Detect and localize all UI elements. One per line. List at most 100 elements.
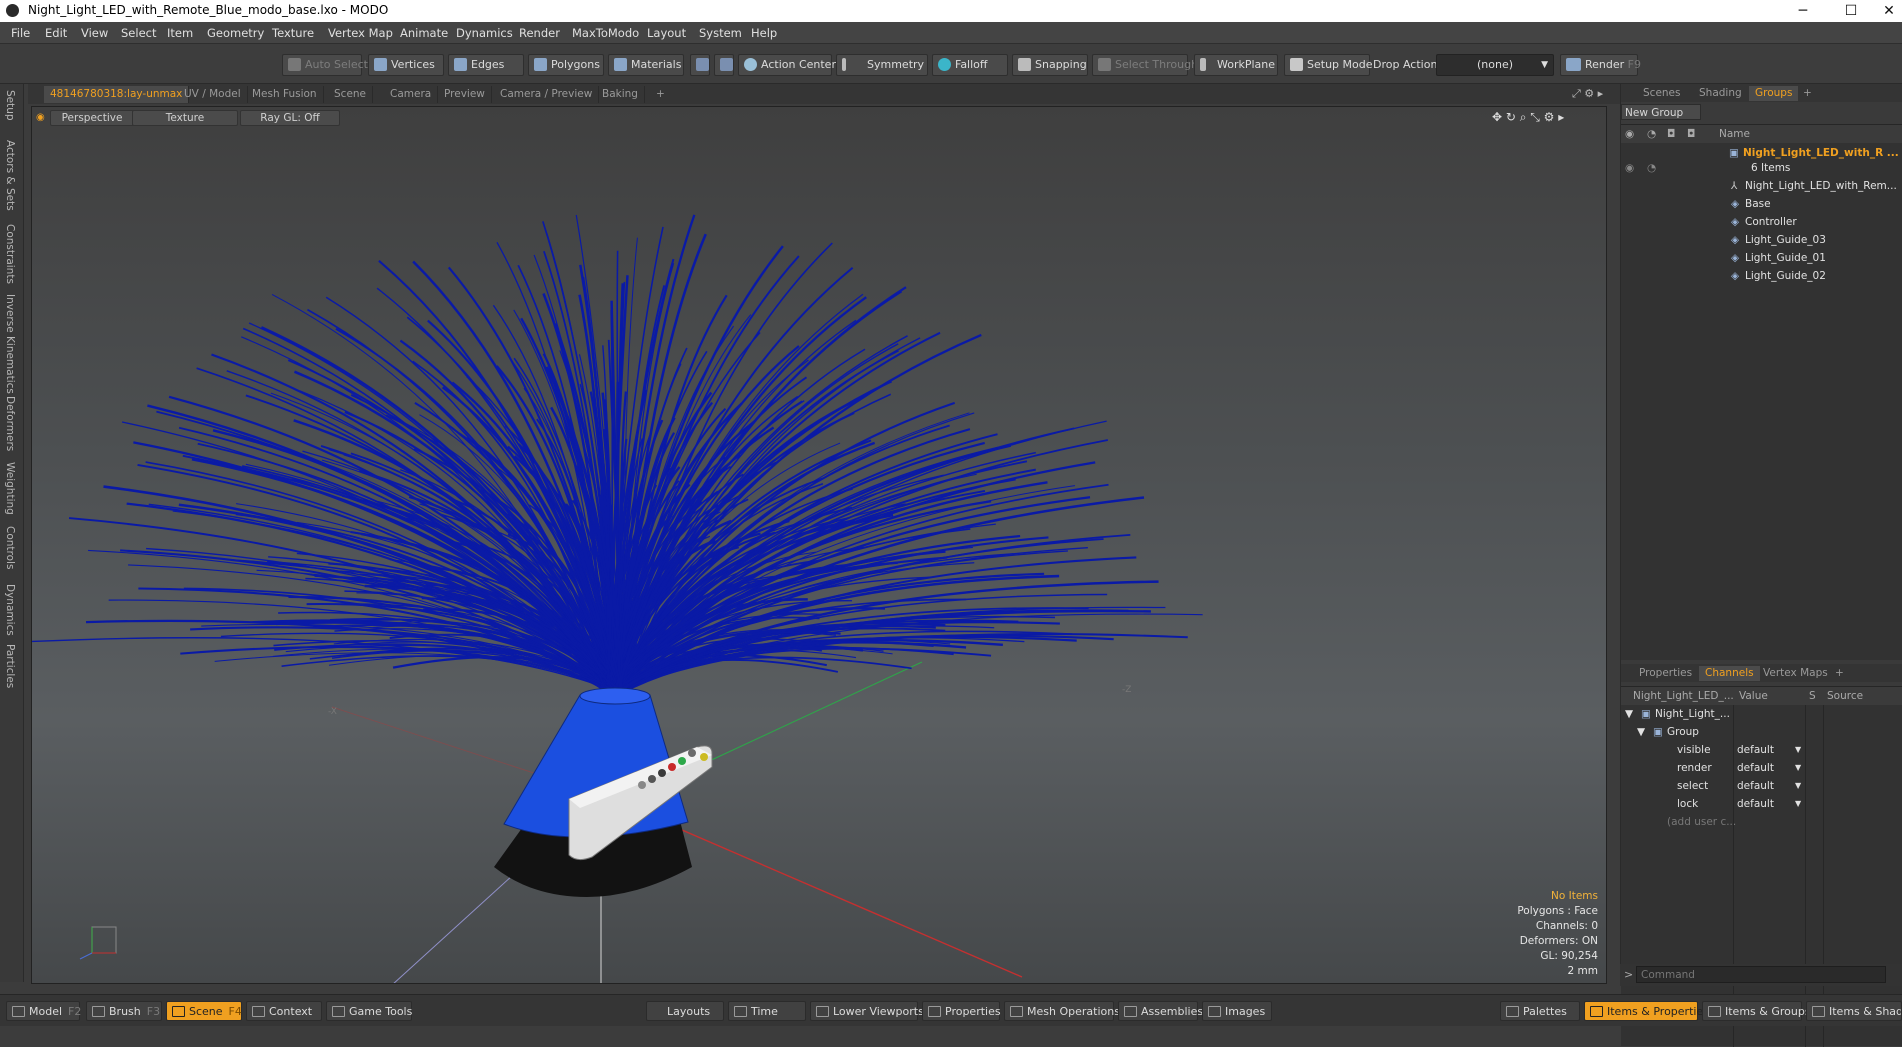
polygons-button[interactable]: Polygons bbox=[528, 54, 604, 76]
time-button[interactable]: Time bbox=[728, 1001, 806, 1021]
command-input[interactable] bbox=[1636, 966, 1886, 983]
menu-layout[interactable]: Layout bbox=[647, 26, 686, 40]
list-item[interactable]: ◈ Controller bbox=[1621, 213, 1902, 231]
items-groups-button[interactable]: Items & Groups bbox=[1702, 1001, 1811, 1021]
tab-shading[interactable]: Shading bbox=[1693, 86, 1748, 101]
channel-row[interactable]: visible default ▼ bbox=[1621, 741, 1902, 759]
expand-arrow-icon[interactable]: ▼ bbox=[1637, 723, 1645, 741]
3d-viewport[interactable]: ◉ Perspective Texture Ray GL: Off ✥ ↻ ⌕ … bbox=[31, 106, 1607, 984]
images-button[interactable]: Images bbox=[1202, 1001, 1272, 1021]
tab-vertex-maps[interactable]: Vertex Maps bbox=[1757, 666, 1834, 681]
menu-render[interactable]: Render bbox=[519, 26, 560, 40]
items-properties-button[interactable]: Items & Properties bbox=[1584, 1001, 1709, 1021]
snapping-button[interactable]: Snapping bbox=[1012, 54, 1088, 76]
menu-texture[interactable]: Texture bbox=[272, 26, 314, 40]
side-tab-deformers[interactable]: Deformers bbox=[4, 396, 16, 451]
close-button[interactable]: ✕ bbox=[1876, 0, 1902, 22]
maximize-button[interactable]: ☐ bbox=[1828, 0, 1874, 22]
layouts-button[interactable]: Layouts bbox=[646, 1001, 724, 1021]
layout-model-button[interactable]: Model F2 bbox=[6, 1001, 81, 1021]
menu-geometry[interactable]: Geometry bbox=[207, 26, 264, 40]
viewport-options-icon[interactable]: ⤢ ⚙ ▸ bbox=[1572, 87, 1603, 101]
side-tab-particles[interactable]: Particles bbox=[4, 644, 16, 688]
chevron-down-icon[interactable]: ▼ bbox=[1795, 795, 1801, 813]
list-item[interactable]: ◈ Light_Guide_03 bbox=[1621, 231, 1902, 249]
tab-preview[interactable]: Preview bbox=[438, 86, 492, 103]
action-center-button[interactable]: Action Center bbox=[738, 54, 836, 76]
select-through-button[interactable]: Select Through bbox=[1092, 54, 1198, 76]
side-tab-weighting[interactable]: Weighting bbox=[4, 462, 16, 515]
add-user-channel-row[interactable]: (add user c... bbox=[1621, 813, 1902, 831]
tab-camera-preview[interactable]: Camera / Preview bbox=[494, 86, 600, 103]
menu-item[interactable]: Item bbox=[167, 26, 193, 40]
properties-button[interactable]: Properties bbox=[922, 1001, 1001, 1021]
chevron-down-icon[interactable]: ▼ bbox=[1795, 759, 1801, 777]
side-tab-constraints[interactable]: Constraints bbox=[4, 224, 16, 284]
menu-select[interactable]: Select bbox=[121, 26, 156, 40]
tab-scene[interactable]: Scene bbox=[328, 86, 374, 103]
layout-scene-button[interactable]: Scene F4 bbox=[166, 1001, 242, 1021]
falloff-button[interactable]: Falloff bbox=[932, 54, 1008, 76]
side-tab-controls[interactable]: Controls bbox=[4, 526, 16, 569]
chevron-down-icon[interactable]: ▼ bbox=[1795, 741, 1801, 759]
list-item[interactable]: ◈ Light_Guide_02 bbox=[1621, 267, 1902, 285]
channel-row[interactable]: render default ▼ bbox=[1621, 759, 1902, 777]
menu-dynamics[interactable]: Dynamics bbox=[456, 26, 513, 40]
group-render-icon[interactable]: ◔ bbox=[1647, 159, 1656, 177]
layout-brush-button[interactable]: Brush F3 bbox=[86, 1001, 162, 1021]
items-shading-button[interactable]: Items & Shading bbox=[1806, 1001, 1902, 1021]
group-eye-icon[interactable]: ◉ bbox=[1625, 159, 1634, 177]
channel-row[interactable]: lock default ▼ bbox=[1621, 795, 1902, 813]
tab-properties[interactable]: Properties bbox=[1633, 666, 1698, 681]
add-channels-tab[interactable]: + bbox=[1829, 666, 1850, 681]
tab-layout-unmax[interactable]: 48146780318:lay-unmax bbox=[44, 86, 190, 103]
lower-viewports-button[interactable]: Lower Viewports bbox=[810, 1001, 924, 1021]
layout-game-tools-button[interactable]: Game Tools bbox=[326, 1001, 412, 1021]
side-tab-actors-sets[interactable]: Actors & Sets bbox=[4, 140, 16, 211]
materials-button[interactable]: Materials bbox=[608, 54, 684, 76]
side-tab-inverse-kinematics[interactable]: Inverse Kinematics bbox=[4, 294, 16, 394]
tab-camera[interactable]: Camera bbox=[384, 86, 439, 103]
expand-arrow-icon[interactable]: ▼ bbox=[1625, 705, 1633, 723]
menu-view[interactable]: View bbox=[81, 26, 108, 40]
list-item[interactable]: ⅄ Night_Light_LED_with_Rem... bbox=[1621, 177, 1902, 195]
setup-mode-button[interactable]: Setup Mode bbox=[1284, 54, 1372, 76]
edges-button[interactable]: Edges bbox=[448, 54, 524, 76]
auto-select-button[interactable]: Auto Select bbox=[282, 54, 368, 76]
side-tab-dynamics[interactable]: Dynamics bbox=[4, 584, 16, 636]
tab-baking[interactable]: Baking bbox=[596, 86, 645, 103]
workplane-button[interactable]: WorkPlane bbox=[1194, 54, 1278, 76]
tab-scenes[interactable]: Scenes bbox=[1637, 86, 1686, 101]
menu-system[interactable]: System bbox=[699, 26, 742, 40]
list-item[interactable]: ◈ Base bbox=[1621, 195, 1902, 213]
menu-edit[interactable]: Edit bbox=[45, 26, 67, 40]
menu-vertex-map[interactable]: Vertex Map bbox=[328, 26, 393, 40]
assemblies-button[interactable]: Assemblies bbox=[1118, 1001, 1203, 1021]
drop-action-select[interactable]: (none) ▼ bbox=[1436, 54, 1554, 76]
symmetry-button[interactable]: Symmetry bbox=[836, 54, 928, 76]
chevron-down-icon[interactable]: ▼ bbox=[1795, 777, 1801, 795]
vertices-button[interactable]: Vertices bbox=[368, 54, 444, 76]
pivot-mode-icon-button[interactable] bbox=[714, 54, 734, 76]
new-group-button[interactable]: New Group bbox=[1621, 104, 1701, 120]
tab-channels[interactable]: Channels bbox=[1699, 666, 1760, 681]
mesh-operations-button[interactable]: Mesh Operations bbox=[1004, 1001, 1120, 1021]
menu-animate[interactable]: Animate bbox=[400, 26, 448, 40]
menu-help[interactable]: Help bbox=[751, 26, 777, 40]
minimize-button[interactable]: ─ bbox=[1780, 0, 1826, 22]
menu-file[interactable]: File bbox=[11, 26, 30, 40]
select-mode-icon-button[interactable] bbox=[690, 54, 710, 76]
palettes-button[interactable]: Palettes bbox=[1500, 1001, 1580, 1021]
list-item[interactable]: ◈ Light_Guide_01 bbox=[1621, 249, 1902, 267]
menu-maxtomodo[interactable]: MaxToModo bbox=[572, 26, 639, 40]
side-tab-setup[interactable]: Setup bbox=[4, 90, 16, 121]
add-tab-button[interactable]: + bbox=[650, 86, 671, 103]
layout-context-button[interactable]: Context bbox=[246, 1001, 322, 1021]
channel-group-row[interactable]: ▼ ▣ Group bbox=[1621, 723, 1902, 741]
add-panel-tab[interactable]: + bbox=[1797, 86, 1818, 101]
tab-groups[interactable]: Groups bbox=[1749, 86, 1799, 101]
tab-mesh-fusion[interactable]: Mesh Fusion bbox=[246, 86, 324, 103]
tab-uv-model[interactable]: UV / Model bbox=[178, 86, 248, 103]
channel-root-row[interactable]: ▼ ▣ Night_Light_... bbox=[1621, 705, 1902, 723]
render-button[interactable]: Render F9 bbox=[1560, 54, 1641, 76]
